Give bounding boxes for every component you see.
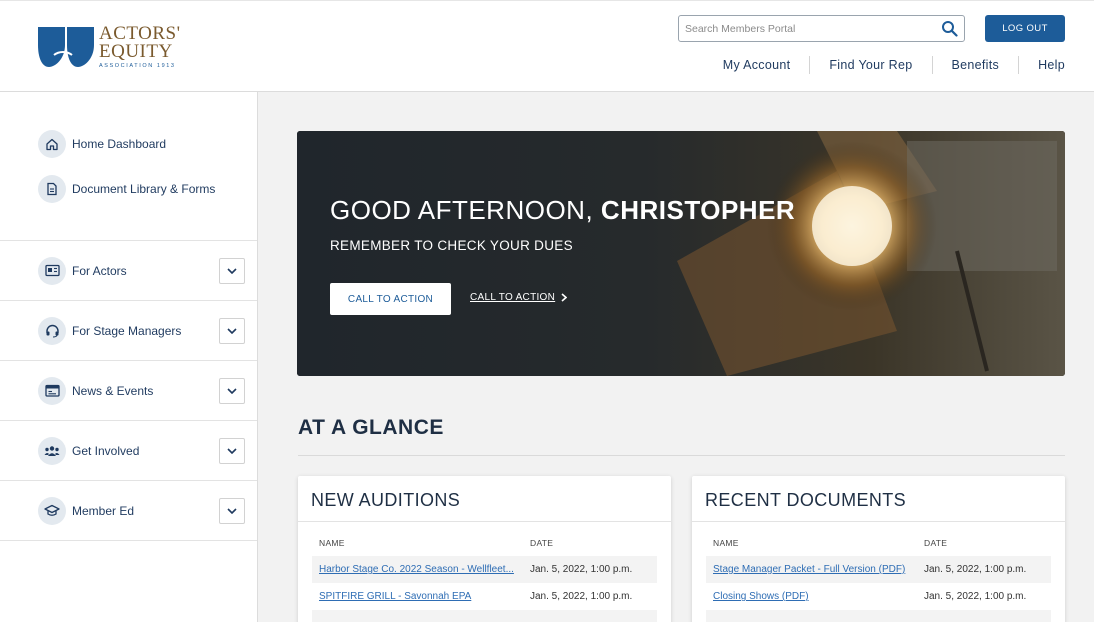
nav-my-account[interactable]: My Account xyxy=(704,56,810,74)
document-date: Jan. 5, 2022, 1:00 p.m. xyxy=(924,591,1027,602)
expand-for-actors-button[interactable] xyxy=(219,257,245,284)
hero-subtitle: REMEMBER TO CHECK YOUR DUES xyxy=(330,238,573,253)
chevron-down-icon xyxy=(227,447,237,454)
sidebar-section-for-stage-managers[interactable]: For Stage Managers xyxy=(0,301,257,361)
sidebar-section-member-ed[interactable]: Member Ed xyxy=(0,481,257,541)
graduation-cap-icon xyxy=(38,496,66,525)
site-header: ACTORS' EQUITY ASSOCIATION 1913 LOG OUT … xyxy=(0,0,1094,92)
sidebar-section-for-actors[interactable]: For Actors xyxy=(0,241,257,301)
sidebar-section-label: Get Involved xyxy=(72,443,140,458)
audition-date: Jan. 5, 2022, 1:00 p.m. xyxy=(530,564,633,575)
table-header: NAME DATE xyxy=(692,522,1065,556)
sidebar-item-home-dashboard[interactable]: Home Dashboard xyxy=(0,130,257,158)
column-header-date: DATE xyxy=(530,538,554,548)
expand-member-ed-button[interactable] xyxy=(219,497,245,524)
home-icon xyxy=(38,130,66,158)
sidebar-section-label: News & Events xyxy=(72,383,154,398)
top-navigation: My Account Find Your Rep Benefits Help xyxy=(704,56,1065,74)
sidebar-item-document-library[interactable]: Document Library & Forms xyxy=(0,175,257,203)
search-icon[interactable] xyxy=(941,20,958,37)
document-icon xyxy=(38,175,66,203)
table-row xyxy=(312,610,657,622)
chevron-down-icon xyxy=(227,387,237,394)
chevron-down-icon xyxy=(227,327,237,334)
nav-benefits[interactable]: Benefits xyxy=(931,56,1019,74)
document-date: Jan. 5, 2022, 1:00 p.m. xyxy=(924,564,1027,575)
masks-icon xyxy=(38,27,94,67)
expand-get-involved-button[interactable] xyxy=(219,437,245,464)
sidebar-item-label: Document Library & Forms xyxy=(72,182,216,196)
greeting-text: GOOD AFTERNOON, xyxy=(330,195,594,225)
column-header-name: NAME xyxy=(713,538,739,548)
column-header-name: NAME xyxy=(319,538,345,548)
search-input[interactable] xyxy=(679,16,929,41)
chevron-right-icon xyxy=(561,293,568,302)
id-card-icon xyxy=(38,256,66,285)
call-to-action-link-label: CALL TO ACTION xyxy=(470,292,556,303)
card-title: NEW AUDITIONS xyxy=(298,476,671,522)
search-box xyxy=(678,15,965,42)
table-header: NAME DATE xyxy=(298,522,671,556)
divider xyxy=(298,455,1065,456)
logout-button[interactable]: LOG OUT xyxy=(985,15,1065,42)
new-auditions-card: NEW AUDITIONS NAME DATE Harbor Stage Co.… xyxy=(298,476,671,622)
recent-documents-card: RECENT DOCUMENTS NAME DATE Stage Manager… xyxy=(692,476,1065,622)
chevron-down-icon xyxy=(227,267,237,274)
member-name: CHRISTOPHER xyxy=(600,195,796,225)
card-title: RECENT DOCUMENTS xyxy=(692,476,1065,522)
nav-help[interactable]: Help xyxy=(1018,56,1065,74)
hero-greeting: GOOD AFTERNOON, CHRISTOPHER xyxy=(330,195,795,226)
at-a-glance-heading: AT A GLANCE xyxy=(298,416,444,439)
table-row xyxy=(706,610,1051,622)
column-header-date: DATE xyxy=(924,538,948,548)
expand-news-events-button[interactable] xyxy=(219,377,245,404)
chevron-down-icon xyxy=(227,507,237,514)
sidebar: Home Dashboard Document Library & Forms … xyxy=(0,92,258,622)
sidebar-item-label: Home Dashboard xyxy=(72,137,167,151)
nav-find-your-rep[interactable]: Find Your Rep xyxy=(809,56,931,74)
call-to-action-button[interactable]: CALL TO ACTION xyxy=(330,283,451,315)
sidebar-section-label: For Stage Managers xyxy=(72,323,182,338)
sidebar-section-news-events[interactable]: News & Events xyxy=(0,361,257,421)
table-row: SPITFIRE GRILL - Savonnah EPA Jan. 5, 20… xyxy=(312,583,657,610)
table-row: Closing Shows (PDF) Jan. 5, 2022, 1:00 p… xyxy=(706,583,1051,610)
audition-link[interactable]: SPITFIRE GRILL - Savonnah EPA xyxy=(319,591,530,602)
actors-equity-logo[interactable]: ACTORS' EQUITY ASSOCIATION 1913 xyxy=(37,24,187,71)
table-row: Stage Manager Packet - Full Version (PDF… xyxy=(706,556,1051,583)
headset-icon xyxy=(38,316,66,345)
group-icon xyxy=(38,436,66,465)
expand-for-stage-managers-button[interactable] xyxy=(219,317,245,344)
logo-text-line3: ASSOCIATION 1913 xyxy=(99,63,176,69)
sidebar-section-label: For Actors xyxy=(72,263,127,278)
calendar-icon xyxy=(38,376,66,405)
document-link[interactable]: Stage Manager Packet - Full Version (PDF… xyxy=(713,564,924,575)
sidebar-section-get-involved[interactable]: Get Involved xyxy=(0,421,257,481)
table-row: Harbor Stage Co. 2022 Season - Wellfleet… xyxy=(312,556,657,583)
logo-text-line2: EQUITY xyxy=(99,41,173,62)
audition-date: Jan. 5, 2022, 1:00 p.m. xyxy=(530,591,633,602)
document-link[interactable]: Closing Shows (PDF) xyxy=(713,591,924,602)
call-to-action-link[interactable]: CALL TO ACTION xyxy=(470,292,568,303)
spotlight-image xyxy=(297,131,1065,376)
sidebar-section-label: Member Ed xyxy=(72,503,135,518)
hero-banner: GOOD AFTERNOON, CHRISTOPHER REMEMBER TO … xyxy=(297,131,1065,376)
audition-link[interactable]: Harbor Stage Co. 2022 Season - Wellfleet… xyxy=(319,564,530,575)
